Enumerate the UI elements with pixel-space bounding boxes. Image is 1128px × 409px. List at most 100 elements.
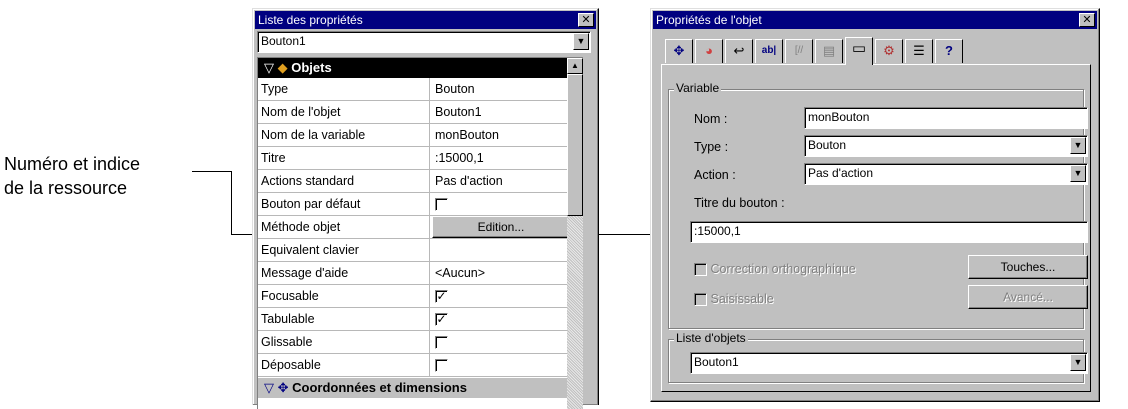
property-list-title: Liste des propriétés xyxy=(258,13,363,27)
format-icon[interactable]: [// xyxy=(785,39,813,63)
group-title: Objets xyxy=(291,60,332,75)
table-row[interactable]: Nom de l'objet Bouton1 xyxy=(258,101,570,124)
correction-checkbox-row[interactable]: Correction orthographique xyxy=(694,261,856,277)
deposable-checkbox[interactable] xyxy=(435,359,448,373)
help-icon[interactable]: ? xyxy=(935,39,963,63)
table-row[interactable]: Tabulable ✓ xyxy=(258,308,570,331)
property-name: Type xyxy=(258,78,430,100)
property-value[interactable]: Pas d'action xyxy=(432,170,570,192)
object-selector-value: Bouton1 xyxy=(261,34,306,48)
collapse-triangle-icon: ▽ xyxy=(264,380,274,395)
table-row[interactable]: Equivalent clavier xyxy=(258,239,570,262)
property-value[interactable]: monBouton xyxy=(432,124,570,146)
object-properties-titlebar: Propriétés de l'objet ✕ xyxy=(653,11,1097,29)
table-row[interactable]: Actions standard Pas d'action xyxy=(258,170,570,193)
action-label: Action : xyxy=(694,168,736,182)
property-value xyxy=(432,331,570,353)
correction-label: Correction orthographique xyxy=(710,262,856,276)
property-value[interactable] xyxy=(432,239,570,261)
chevron-down-icon[interactable]: ▼ xyxy=(1070,165,1086,182)
table-row[interactable]: Focusable ✓ xyxy=(258,285,570,308)
table-row[interactable]: Méthode objet Edition... xyxy=(258,216,570,239)
type-label: Type : xyxy=(694,140,729,154)
property-value[interactable]: :15000,1 xyxy=(432,147,570,169)
saisissable-checkbox[interactable] xyxy=(694,293,707,307)
close-icon[interactable]: ✕ xyxy=(578,13,594,27)
bouton-par-defaut-checkbox[interactable] xyxy=(435,198,448,212)
property-list-window: Liste des propriétés ✕ Bouton1 ▼ ▽ ◆ Obj… xyxy=(252,8,599,409)
property-name: Equivalent clavier xyxy=(258,239,430,261)
nom-field[interactable]: monBouton xyxy=(804,107,1088,129)
correction-checkbox[interactable] xyxy=(694,263,707,277)
titre-bouton-field[interactable]: :15000,1 xyxy=(690,221,1088,243)
property-name: Actions standard xyxy=(258,170,430,192)
object-properties-title: Propriétés de l'objet xyxy=(656,13,762,27)
tab-panel: Variable Nom : monBouton Type : Bouton ▼… xyxy=(661,64,1091,392)
group-header-objets[interactable]: ▽ ◆ Objets xyxy=(258,58,570,78)
move-icon[interactable]: ✥ xyxy=(665,39,693,63)
property-name: Focusable xyxy=(258,285,430,307)
property-value[interactable]: Bouton xyxy=(432,78,570,100)
edition-button[interactable]: Edition... xyxy=(432,216,570,238)
collapse-triangle-icon: ▽ xyxy=(264,60,274,75)
text-style-icon[interactable]: ☰ xyxy=(905,39,933,63)
type-select-value: Bouton xyxy=(808,138,847,152)
callout-line-1: Numéro et indice xyxy=(4,154,141,174)
object-selector[interactable]: Bouton1 ▼ xyxy=(257,31,591,53)
callout-line xyxy=(231,171,232,235)
type-select[interactable]: Bouton ▼ xyxy=(804,135,1088,157)
property-name: Méthode objet xyxy=(258,216,430,238)
property-name: Bouton par défaut xyxy=(258,193,430,215)
callout-line xyxy=(192,171,232,172)
property-grid: ▽ ◆ Objets Type Bouton Nom de l'objet Bo… xyxy=(257,57,583,409)
scroll-thumb[interactable] xyxy=(567,74,583,216)
table-row[interactable]: Titre :15000,1 xyxy=(258,147,570,170)
liste-objets-select[interactable]: Bouton1 ▼ xyxy=(690,352,1088,374)
property-value[interactable]: <Aucun> xyxy=(432,262,570,284)
table-row[interactable]: Message d'aide <Aucun> xyxy=(258,262,570,285)
chevron-down-icon[interactable]: ▼ xyxy=(1070,137,1086,154)
chevron-down-icon[interactable]: ▼ xyxy=(573,33,589,50)
close-icon[interactable]: ✕ xyxy=(1079,13,1095,27)
property-name: Titre xyxy=(258,147,430,169)
group-header-coordonnees[interactable]: ▽ ✥ Coordonnées et dimensions xyxy=(258,378,570,398)
property-value[interactable]: Bouton1 xyxy=(432,101,570,123)
action-select-value: Pas d'action xyxy=(808,166,873,180)
glissable-checkbox[interactable] xyxy=(435,336,448,350)
action-icon[interactable]: ↩ xyxy=(725,39,753,63)
move-icon: ✥ xyxy=(277,380,289,395)
saisissable-checkbox-row[interactable]: Saisissable xyxy=(694,291,774,307)
table-row[interactable]: Déposable xyxy=(258,354,570,377)
object-properties-window: Propriétés de l'objet ✕ ✥ ◕ ↩ ab| [// ▤ … xyxy=(650,8,1100,402)
variable-group-label: Variable xyxy=(674,81,722,95)
scroll-up-icon[interactable]: ▲ xyxy=(567,58,583,74)
callout-line-2: de la ressource xyxy=(4,178,128,198)
vertical-scrollbar[interactable]: ▲ xyxy=(567,58,583,409)
property-name: Nom de l'objet xyxy=(258,101,430,123)
help-tip-icon[interactable]: ⚙ xyxy=(875,39,903,63)
group-title: Coordonnées et dimensions xyxy=(292,380,467,395)
chevron-down-icon[interactable]: ▼ xyxy=(1070,354,1086,371)
tabulable-checkbox[interactable]: ✓ xyxy=(435,313,448,327)
liste-objets-value: Bouton1 xyxy=(694,355,739,369)
property-name: Tabulable xyxy=(258,308,430,330)
table-row[interactable]: Glissable xyxy=(258,331,570,354)
property-value: Edition... xyxy=(432,216,570,238)
touches-button[interactable]: Touches... xyxy=(968,255,1088,279)
property-value: ✓ xyxy=(432,285,570,307)
list-icon[interactable]: ▤ xyxy=(815,39,843,63)
table-row[interactable]: Bouton par défaut xyxy=(258,193,570,216)
object-cube-icon: ◆ xyxy=(277,60,288,75)
table-row[interactable]: Type Bouton xyxy=(258,78,570,101)
color-wheel-icon[interactable]: ◕ xyxy=(695,39,723,63)
focusable-checkbox[interactable]: ✓ xyxy=(435,290,448,304)
property-value xyxy=(432,193,570,215)
titre-bouton-label: Titre du bouton : xyxy=(694,196,785,210)
nom-label: Nom : xyxy=(694,112,728,126)
property-value: ✓ xyxy=(432,308,570,330)
avance-button[interactable]: Avancé... xyxy=(968,285,1088,309)
button-icon[interactable]: ▭ xyxy=(845,37,873,65)
action-select[interactable]: Pas d'action ▼ xyxy=(804,163,1088,185)
table-row[interactable]: Nom de la variable monBouton xyxy=(258,124,570,147)
entry-field-icon[interactable]: ab| xyxy=(755,39,783,63)
